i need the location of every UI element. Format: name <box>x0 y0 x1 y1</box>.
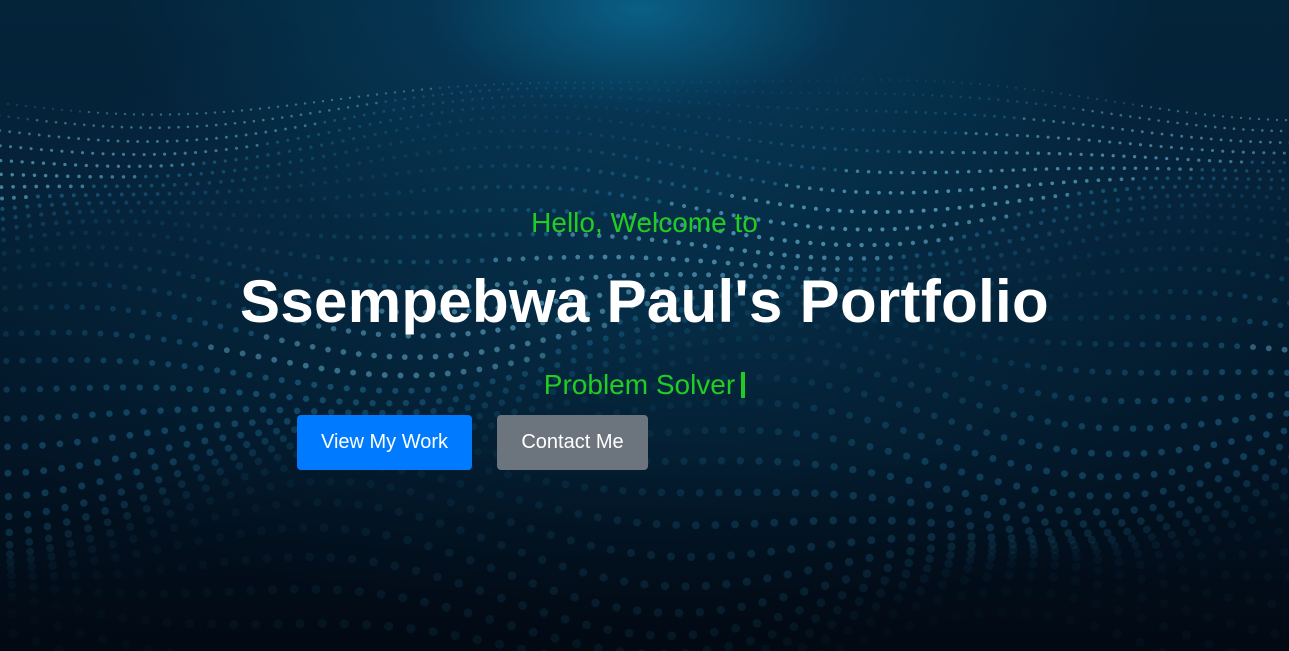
contact-me-button[interactable]: Contact Me <box>497 415 648 470</box>
greeting-text: Hello, Welcome to <box>531 207 758 238</box>
view-my-work-button[interactable]: View My Work <box>297 415 472 470</box>
page-title: Ssempebwa Paul's Portfolio <box>240 268 1049 335</box>
hero-section: Hello, Welcome to Ssempebwa Paul's Portf… <box>0 0 1289 651</box>
typed-role-line: Problem Solver <box>0 366 1289 404</box>
hero-content: Hello, Welcome to Ssempebwa Paul's Portf… <box>0 0 1289 651</box>
typed-role-text: Problem Solver <box>543 369 736 400</box>
typing-cursor <box>741 372 746 398</box>
